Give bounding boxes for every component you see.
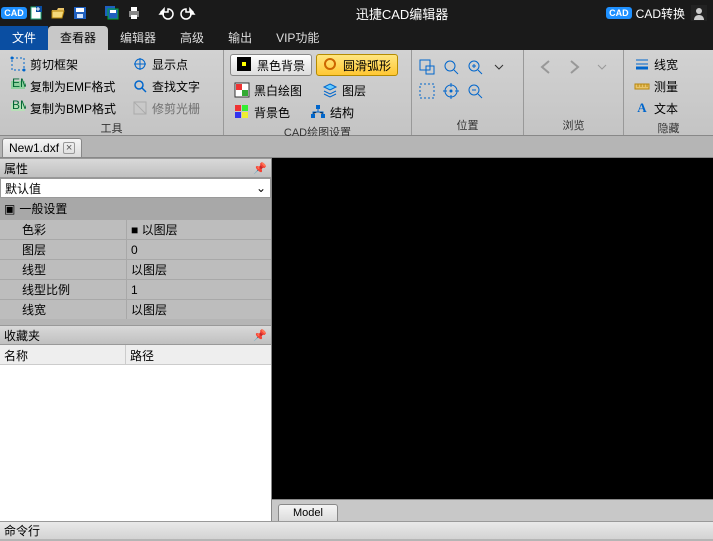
document-tab[interactable]: New1.dxf × (2, 138, 82, 157)
document-tab-label: New1.dxf (9, 141, 59, 155)
app-title: 迅捷CAD编辑器 (198, 4, 606, 23)
menu-file[interactable]: 文件 (0, 26, 48, 50)
favorites-columns: 名称 路径 (0, 345, 271, 365)
ribbon: 剪切框架 EMF复制为EMF格式 BMP复制为BMP格式 显示点 查找文字 修剪… (0, 50, 713, 136)
zoom-in-icon[interactable] (466, 58, 484, 76)
user-icon[interactable] (689, 3, 709, 23)
property-row[interactable]: 线型以图层 (0, 259, 271, 279)
default-value-dropdown[interactable]: 默认值 ⌄ (0, 178, 271, 198)
black-bg-button[interactable]: 黑色背景 (230, 54, 312, 76)
zoom-out-icon[interactable] (466, 82, 484, 100)
property-row[interactable]: 色彩■ 以图层 (0, 219, 271, 239)
copy-bmp-button[interactable]: BMP复制为BMP格式 (6, 98, 120, 118)
svg-text:BMP: BMP (12, 100, 26, 112)
show-point-button[interactable]: 显示点 (128, 54, 204, 74)
zoom-window-icon[interactable] (418, 58, 436, 76)
status-text: 命令行 (4, 524, 40, 538)
chevron-down-icon[interactable]: ⌄ (256, 181, 266, 195)
property-row[interactable]: 图层0 (0, 239, 271, 259)
favorites-list (0, 365, 271, 521)
favorites-panel-header[interactable]: 收藏夹 📌 (0, 325, 271, 345)
redo-icon[interactable] (178, 3, 198, 23)
zoom-dropdown-icon[interactable] (490, 58, 508, 76)
pin-icon[interactable]: 📌 (253, 162, 267, 175)
app-icon[interactable]: CAD (4, 3, 24, 23)
fit-screen-icon[interactable] (418, 82, 436, 100)
menu-output[interactable]: 输出 (216, 26, 264, 50)
save-all-icon[interactable] (102, 3, 122, 23)
model-tab[interactable]: Model (278, 504, 338, 521)
favorites-col-path[interactable]: 路径 (126, 345, 158, 364)
document-tab-strip: New1.dxf × (0, 136, 713, 158)
cad-badge-icon: CAD (606, 7, 632, 19)
tools-group-label: 工具 (6, 120, 217, 136)
clip-frame-button[interactable]: 剪切框架 (6, 54, 120, 74)
zoom-extents-icon[interactable] (442, 58, 460, 76)
menu-editor[interactable]: 编辑器 (108, 26, 168, 50)
save-icon[interactable] (70, 3, 90, 23)
bg-color-button[interactable]: 背景色 (230, 102, 294, 122)
text-button[interactable]: A文本 (630, 98, 682, 118)
copy-emf-button[interactable]: EMF复制为EMF格式 (6, 76, 120, 96)
trim-aura-button: 修剪光栅 (128, 98, 204, 118)
pan-target-icon[interactable] (442, 82, 460, 100)
property-row[interactable]: 线宽以图层 (0, 299, 271, 319)
browse-group-label: 浏览 (530, 117, 617, 133)
menu-viewer[interactable]: 查看器 (48, 26, 108, 50)
nav-back-icon (537, 58, 555, 76)
position-group-label: 位置 (418, 117, 517, 133)
measure-button[interactable]: 测量 (630, 76, 682, 96)
bw-draw-button[interactable]: 黑白绘图 (230, 80, 306, 100)
status-bar: 命令行 (0, 521, 713, 539)
new-icon[interactable] (26, 3, 46, 23)
open-icon[interactable] (48, 3, 68, 23)
print-icon[interactable] (124, 3, 144, 23)
pin-icon[interactable]: 📌 (253, 329, 267, 342)
hide-group-label: 隐藏 (630, 120, 707, 136)
model-tab-strip: Model (272, 499, 713, 521)
drawing-canvas[interactable] (272, 158, 713, 499)
properties-panel-header[interactable]: 属性 📌 (0, 158, 271, 178)
menu-advanced[interactable]: 高级 (168, 26, 216, 50)
linewidth-button[interactable]: 线宽 (630, 54, 682, 74)
layers-button[interactable]: 图层 (318, 80, 370, 100)
menu-vip[interactable]: VIP功能 (264, 26, 331, 50)
property-section-general[interactable]: ▣一般设置 (0, 198, 271, 219)
svg-text:EMF: EMF (12, 78, 26, 90)
nav-dropdown-icon (593, 58, 611, 76)
close-icon[interactable]: × (63, 142, 75, 154)
undo-icon[interactable] (156, 3, 176, 23)
property-row[interactable]: 线型比例1 (0, 279, 271, 299)
nav-forward-icon (565, 58, 583, 76)
menu-bar: 文件 查看器 编辑器 高级 输出 VIP功能 (0, 26, 713, 50)
property-grid: ▣一般设置 色彩■ 以图层图层0线型以图层线型比例1线宽以图层 (0, 198, 271, 319)
find-text-button[interactable]: 查找文字 (128, 76, 204, 96)
structure-button[interactable]: 结构 (306, 102, 358, 122)
smooth-arc-button[interactable]: 圆滑弧形 (316, 54, 398, 76)
collapse-icon[interactable]: ▣ (4, 202, 15, 216)
title-bar: CAD 迅捷CAD编辑器 CAD CAD转换 (0, 0, 713, 26)
cad-convert-link[interactable]: CAD转换 (636, 5, 685, 22)
favorites-col-name[interactable]: 名称 (0, 345, 126, 364)
